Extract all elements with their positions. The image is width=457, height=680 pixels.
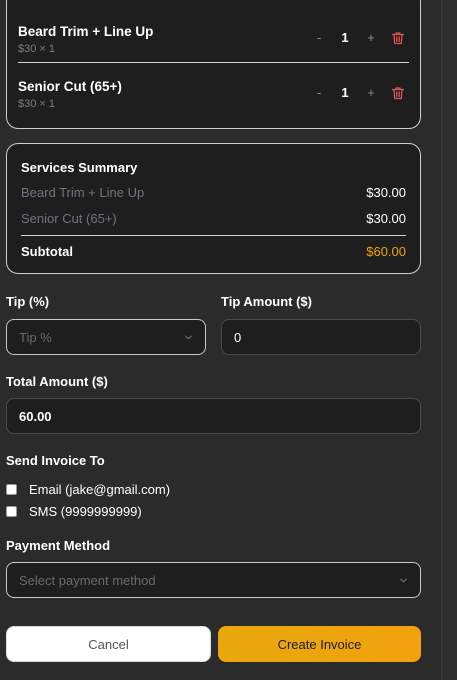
summary-row-price: $30.00 — [366, 185, 406, 200]
tip-amount-label: Tip Amount ($) — [221, 294, 312, 309]
total-amount-value: 60.00 — [19, 408, 52, 424]
total-amount-label: Total Amount ($) — [6, 374, 108, 389]
payment-method-select[interactable]: Select payment method — [6, 562, 421, 598]
tip-amount-value: 0 — [234, 329, 242, 345]
quantity-value: 1 — [341, 30, 349, 45]
email-option-label[interactable]: Email (jake@gmail.com) — [29, 482, 170, 497]
cancel-button[interactable]: Cancel — [6, 626, 211, 662]
quantity-value: 1 — [341, 85, 349, 100]
send-invoice-label: Send Invoice To — [6, 453, 105, 468]
cart-item-price-line: $30 × 1 — [18, 98, 56, 110]
increase-quantity-button[interactable]: + — [363, 85, 379, 100]
cart-item-name: Senior Cut (65+) — [18, 79, 122, 94]
cart-item-price-line: $30 × 1 — [18, 43, 56, 55]
create-invoice-button[interactable]: Create Invoice — [218, 626, 421, 662]
scrollbar-track[interactable] — [441, 0, 457, 680]
quantity-stepper: - 1 + — [311, 30, 405, 45]
summary-row: Beard Trim + Line Up $30.00 — [21, 185, 406, 200]
tip-percent-select[interactable]: Tip % — [6, 319, 206, 355]
total-amount-input[interactable]: 60.00 — [6, 398, 421, 434]
email-checkbox[interactable] — [6, 484, 17, 495]
sms-option-label[interactable]: SMS (9999999999) — [29, 504, 142, 519]
payment-method-placeholder: Select payment method — [19, 572, 156, 588]
trash-icon[interactable] — [391, 31, 405, 45]
tip-percent-placeholder: Tip % — [19, 329, 52, 345]
payment-method-label: Payment Method — [6, 538, 111, 553]
summary-row: Senior Cut (65+) $30.00 — [21, 211, 406, 226]
summary-row-label: Beard Trim + Line Up — [21, 185, 145, 200]
chevron-down-icon — [400, 578, 407, 583]
decrease-quantity-button[interactable]: - — [311, 85, 327, 100]
cart-items-panel: Beard Trim + Line Up $30 × 1 - 1 + Senio… — [6, 0, 421, 129]
cart-item: Senior Cut (65+) $30 × 1 - 1 + — [18, 79, 409, 119]
sms-option: SMS (9999999999) — [6, 504, 142, 519]
summary-row-price: $30.00 — [366, 211, 406, 226]
cart-item: Beard Trim + Line Up $30 × 1 - 1 + — [18, 24, 409, 64]
summary-title: Services Summary — [21, 160, 138, 175]
quantity-stepper: - 1 + — [311, 85, 405, 100]
subtotal-row: Subtotal $60.00 — [21, 244, 406, 259]
decrease-quantity-button[interactable]: - — [311, 30, 327, 45]
summary-row-label: Senior Cut (65+) — [21, 211, 117, 226]
sms-checkbox[interactable] — [6, 506, 17, 517]
services-summary-panel: Services Summary Beard Trim + Line Up $3… — [6, 143, 421, 274]
chevron-down-icon — [185, 335, 192, 340]
subtotal-value: $60.00 — [366, 244, 406, 259]
email-option: Email (jake@gmail.com) — [6, 482, 170, 497]
cart-item-name: Beard Trim + Line Up — [18, 24, 154, 39]
tip-percent-label: Tip (%) — [6, 294, 50, 309]
divider — [18, 62, 409, 63]
tip-amount-input[interactable]: 0 — [221, 319, 421, 355]
trash-icon[interactable] — [391, 86, 405, 100]
divider — [21, 235, 406, 236]
subtotal-label: Subtotal — [21, 244, 73, 259]
increase-quantity-button[interactable]: + — [363, 30, 379, 45]
